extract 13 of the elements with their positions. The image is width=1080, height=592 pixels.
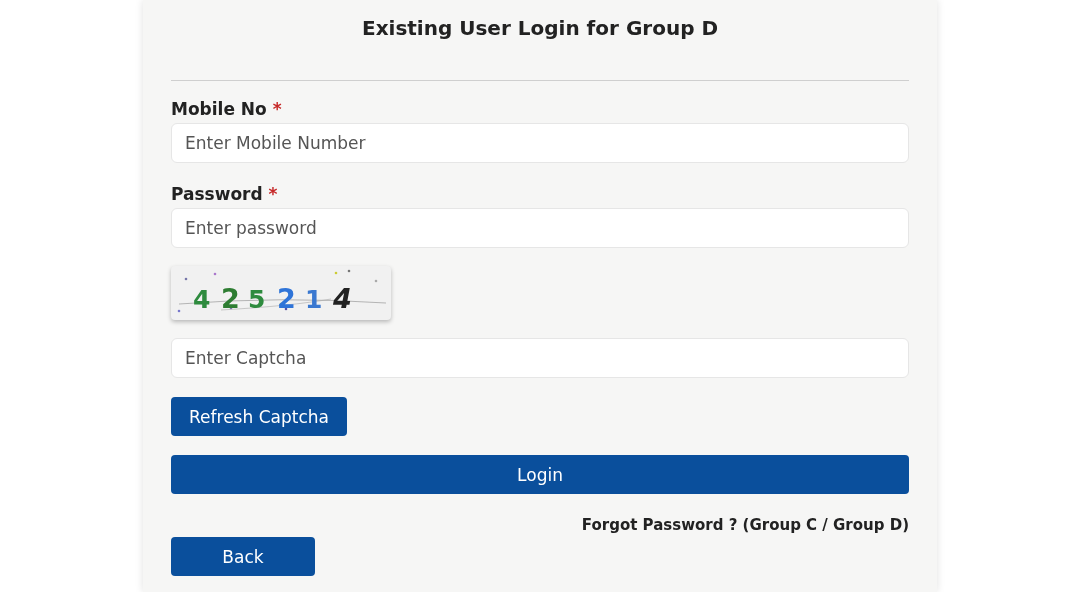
captcha-image: 4 2 5 2 1 4	[171, 266, 391, 320]
required-mark: *	[268, 184, 278, 204]
password-field[interactable]: Enter password	[171, 208, 909, 248]
required-mark: *	[272, 99, 282, 119]
form-title: Existing User Login for Group D	[360, 16, 720, 42]
forgot-password-link[interactable]: Forgot Password ? (Group C / Group D)	[581, 516, 909, 534]
field-label: Mobile No *	[171, 99, 283, 119]
field-label: Password *	[171, 184, 279, 204]
back-button[interactable]: Back	[171, 537, 315, 576]
login-button[interactable]: Login	[171, 455, 909, 494]
refresh-captcha-button[interactable]: Refresh Captcha	[171, 397, 347, 436]
mobile-field[interactable]: Enter Mobile Number	[171, 123, 909, 163]
captcha-field[interactable]: Enter Captcha	[171, 338, 909, 378]
